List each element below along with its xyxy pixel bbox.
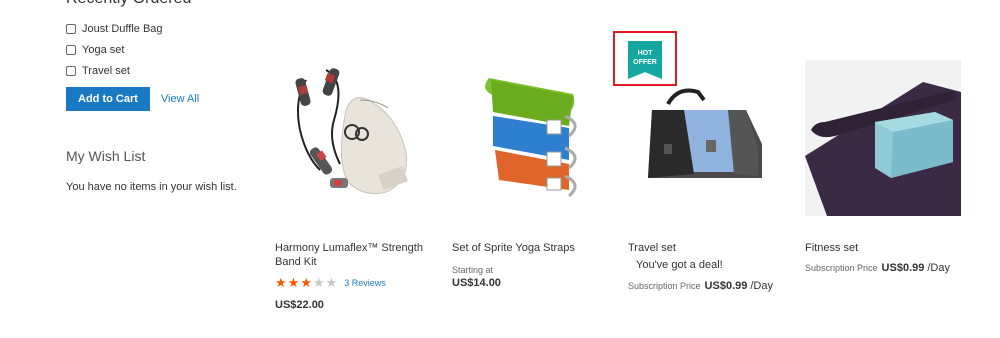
product-name[interactable]: Travel set	[628, 241, 778, 255]
subscription-label: Subscription Price	[628, 281, 701, 291]
recently-ordered-item[interactable]: Yoga set	[66, 39, 163, 60]
product-image[interactable]	[628, 60, 784, 216]
product-price: US$22.00	[275, 299, 324, 311]
subscription-price-row: Subscription Price US$0.99 /Day	[805, 262, 950, 274]
subscription-price-row: Subscription Price US$0.99 /Day	[628, 280, 773, 292]
item-label: Travel set	[82, 64, 130, 77]
reviews-link[interactable]: 3 Reviews	[344, 278, 386, 288]
recently-ordered-actions: Add to Cart View All	[66, 87, 199, 111]
subscription-price: US$0.99	[704, 280, 748, 292]
item-checkbox[interactable]	[66, 65, 76, 76]
product-image[interactable]	[276, 60, 432, 216]
wishlist-title: My Wish List	[66, 148, 146, 164]
product-image[interactable]	[805, 60, 961, 216]
star-icon: ★	[325, 275, 338, 290]
deal-text: You've got a deal!	[636, 259, 723, 271]
add-to-cart-button[interactable]: Add to Cart	[66, 87, 150, 111]
recently-ordered-item[interactable]: Joust Duffle Bag	[66, 18, 163, 39]
product-name[interactable]: Set of Sprite Yoga Straps	[452, 241, 602, 255]
item-label: Joust Duffle Bag	[82, 22, 163, 35]
product-card	[628, 60, 788, 216]
item-checkbox[interactable]	[66, 44, 76, 55]
star-icon: ★	[287, 275, 300, 290]
price-period: /Day	[750, 280, 773, 292]
product-price: US$14.00	[452, 277, 501, 289]
recently-ordered-item[interactable]: Travel set	[66, 60, 163, 81]
item-label: Yoga set	[82, 43, 125, 56]
recently-ordered-title: Recently Ordered	[66, 0, 191, 8]
product-card	[805, 60, 965, 216]
wishlist-empty-text: You have no items in your wish list.	[66, 181, 237, 193]
product-card	[451, 60, 611, 216]
star-icon: ★	[275, 275, 287, 290]
star-icon: ★	[300, 275, 312, 290]
product-card	[276, 60, 436, 216]
subscription-label: Subscription Price	[805, 263, 878, 273]
view-all-link[interactable]: View All	[161, 93, 199, 105]
starting-at-label: Starting at	[452, 265, 494, 275]
recently-ordered-list: Joust Duffle Bag Yoga set Travel set	[66, 18, 163, 81]
product-name[interactable]: Fitness set	[805, 241, 955, 255]
product-image[interactable]	[451, 60, 607, 216]
star-icon: ★	[312, 275, 325, 290]
price-period: /Day	[927, 262, 950, 274]
subscription-price: US$0.99	[881, 262, 925, 274]
product-name[interactable]: Harmony Lumaflex™ Strength Band Kit	[275, 241, 425, 269]
rating-stars: ★ ★ ★ ★ ★	[275, 276, 338, 289]
product-reviews: ★ ★ ★ ★ ★ 3 Reviews	[275, 276, 386, 289]
item-checkbox[interactable]	[66, 23, 76, 34]
